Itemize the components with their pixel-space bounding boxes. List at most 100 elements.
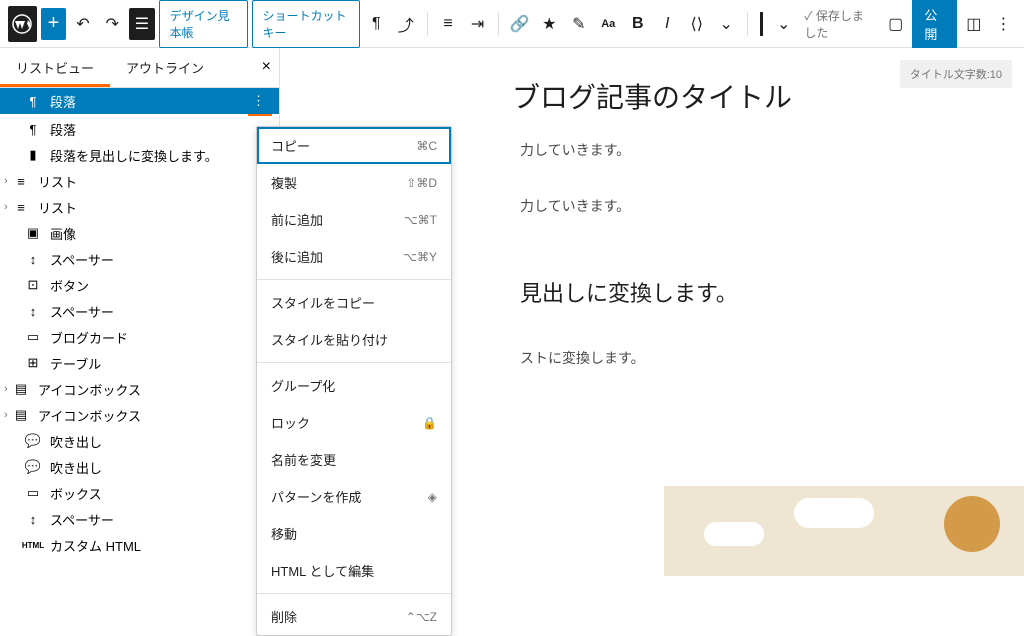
highlight-icon[interactable]: ✎ <box>566 8 591 40</box>
list-item-block[interactable]: ▣画像 <box>0 220 279 246</box>
block-type-icon: ¶ <box>24 122 42 137</box>
list-item-block[interactable]: ↕スペーサー <box>0 506 279 532</box>
list-item-block[interactable]: ›▤アイコンボックス <box>0 376 279 402</box>
preview-icon[interactable]: ▢ <box>883 8 908 40</box>
block-type-icon: ↕ <box>24 252 42 267</box>
list-item-block[interactable]: ▭ブログカード <box>0 324 279 350</box>
menu-item-label: スタイルをコピー <box>271 293 375 312</box>
star-icon[interactable]: ★ <box>537 8 562 40</box>
block-type-icon: ▣ <box>24 225 42 241</box>
close-icon[interactable]: × <box>262 58 271 76</box>
menu-item[interactable]: 移動 <box>257 515 451 552</box>
block-type-icon: 💬 <box>24 459 42 475</box>
indent-icon[interactable]: ⇥ <box>465 8 490 40</box>
paragraph-icon[interactable]: ¶ <box>364 8 389 40</box>
menu-item[interactable]: ロック 🔒 <box>257 404 451 441</box>
block-label: アイコンボックス <box>38 406 141 425</box>
list-item-block[interactable]: ⊡ボタン <box>0 272 279 298</box>
block-label: リスト <box>38 172 77 191</box>
list-item-block[interactable]: ⊞テーブル <box>0 350 279 376</box>
menu-item[interactable]: 名前を変更 <box>257 441 451 478</box>
block-list: ¶段落⋮¶段落▮段落を見出しに変換します。›≡リスト›≡リスト▣画像↕スペーサー… <box>0 88 279 558</box>
save-status: ✓ 保存しました <box>804 7 871 41</box>
menu-separator <box>257 593 451 594</box>
list-item-block[interactable]: ▮ 段落を見出しに変換します。 <box>0 142 279 168</box>
add-block-button[interactable]: + <box>41 8 66 40</box>
chevron-right-icon[interactable]: › <box>4 383 8 395</box>
publish-button[interactable]: 公開 <box>912 0 957 49</box>
bold-icon[interactable]: B <box>625 8 650 40</box>
list-item-block[interactable]: ¶段落 <box>0 116 279 142</box>
menu-item[interactable]: コピー⌘C <box>257 127 451 164</box>
shortcut-label: 🔒 <box>422 416 437 430</box>
wordpress-logo[interactable] <box>8 6 37 42</box>
block-label: 段落 <box>50 92 76 111</box>
menu-item[interactable]: 後に追加⌥⌘Y <box>257 238 451 275</box>
paragraph-block[interactable]: ストに変換します。 <box>520 348 964 368</box>
menu-item-label: コピー <box>271 136 310 155</box>
list-item-block[interactable]: HTMLカスタム HTML <box>0 532 279 558</box>
menu-separator <box>257 279 451 280</box>
paragraph-block[interactable]: 力していきます。 <box>520 196 964 216</box>
menu-item-label: パターンを作成 <box>271 487 361 506</box>
sidebar-toggle-icon[interactable]: ◫ <box>961 8 986 40</box>
font-size-icon[interactable]: Aa <box>596 8 621 40</box>
block-label: カスタム HTML <box>50 536 141 555</box>
shortcut-label: ⌥⌘Y <box>403 250 437 264</box>
undo-icon[interactable]: ↶ <box>70 8 95 40</box>
chevron-down-icon[interactable]: ⌄ <box>771 8 796 40</box>
list-item-block[interactable]: ▭ボックス <box>0 480 279 506</box>
chevron-right-icon[interactable]: › <box>4 175 8 187</box>
menu-item[interactable]: 複製⇧⌘D <box>257 164 451 201</box>
paragraph-block[interactable]: 力していきます。 <box>520 140 964 160</box>
block-label: 段落を見出しに変換します。 <box>50 146 218 165</box>
separator <box>747 12 748 36</box>
menu-item-label: ロック <box>271 413 310 432</box>
transform-icon[interactable]: ⤴ <box>393 8 418 40</box>
align-icon[interactable]: ≡ <box>435 8 460 40</box>
menu-item[interactable]: グループ化 <box>257 367 451 404</box>
list-item-block[interactable]: ¶段落⋮ <box>0 88 279 114</box>
heading-block[interactable]: 見出しに変換します。 <box>520 276 964 308</box>
block-context-menu: コピー⌘C複製⇧⌘D前に追加⌥⌘T後に追加⌥⌘Y スタイルをコピースタイルを貼り付… <box>256 126 452 636</box>
block-type-icon: ▮ <box>24 147 42 163</box>
list-view-toggle[interactable]: ☰ <box>129 8 154 40</box>
list-item-block[interactable]: ›≡リスト <box>0 194 279 220</box>
tab-outline[interactable]: アウトライン <box>110 48 220 87</box>
block-label: スペーサー <box>50 302 114 321</box>
italic-icon[interactable]: I <box>654 8 679 40</box>
chevron-right-icon[interactable]: › <box>4 201 8 213</box>
menu-item-label: グループ化 <box>271 376 335 395</box>
list-item-block[interactable]: ›≡リスト <box>0 168 279 194</box>
menu-item[interactable]: スタイルをコピー <box>257 284 451 321</box>
options-icon[interactable]: ⋮ <box>991 8 1016 40</box>
shortcut-label: ⌥⌘T <box>404 213 437 227</box>
block-type-icon: 💬 <box>24 433 42 449</box>
post-title[interactable]: ブログ記事のタイトル <box>340 76 964 116</box>
menu-item[interactable]: スタイルを貼り付け <box>257 321 451 358</box>
menu-item[interactable]: 前に追加⌥⌘T <box>257 201 451 238</box>
block-label: テーブル <box>50 354 101 373</box>
shortcut-label: ⇧⌘D <box>406 176 437 190</box>
design-sample-button[interactable]: デザイン見本帳 <box>159 0 248 48</box>
list-item-block[interactable]: 💬吹き出し <box>0 428 279 454</box>
link-icon[interactable]: 🔗 <box>507 8 532 40</box>
shortcut-keys-button[interactable]: ショートカットキー <box>252 0 360 48</box>
menu-item[interactable]: パターンを作成◈ <box>257 478 451 515</box>
more-options-icon[interactable]: ⋮ <box>246 93 271 109</box>
more-format-icon[interactable]: ⟨⟩ <box>684 8 709 40</box>
block-label: アイコンボックス <box>38 380 141 399</box>
block-label: リスト <box>38 198 77 217</box>
tab-list-view[interactable]: リストビュー <box>0 48 110 87</box>
cloud-graphic <box>704 522 764 546</box>
redo-icon[interactable]: ↷ <box>100 8 125 40</box>
menu-item[interactable]: 削除⌃⌥Z <box>257 598 451 635</box>
list-item-block[interactable]: ↕スペーサー <box>0 246 279 272</box>
list-item-block[interactable]: 💬吹き出し <box>0 454 279 480</box>
menu-item[interactable]: HTML として編集 <box>257 552 451 589</box>
list-item-block[interactable]: ↕スペーサー <box>0 298 279 324</box>
list-item-block[interactable]: ›▤アイコンボックス <box>0 402 279 428</box>
chevron-right-icon[interactable]: › <box>4 409 8 421</box>
chevron-down-icon[interactable]: ⌄ <box>713 8 738 40</box>
block-label: スペーサー <box>50 510 114 529</box>
